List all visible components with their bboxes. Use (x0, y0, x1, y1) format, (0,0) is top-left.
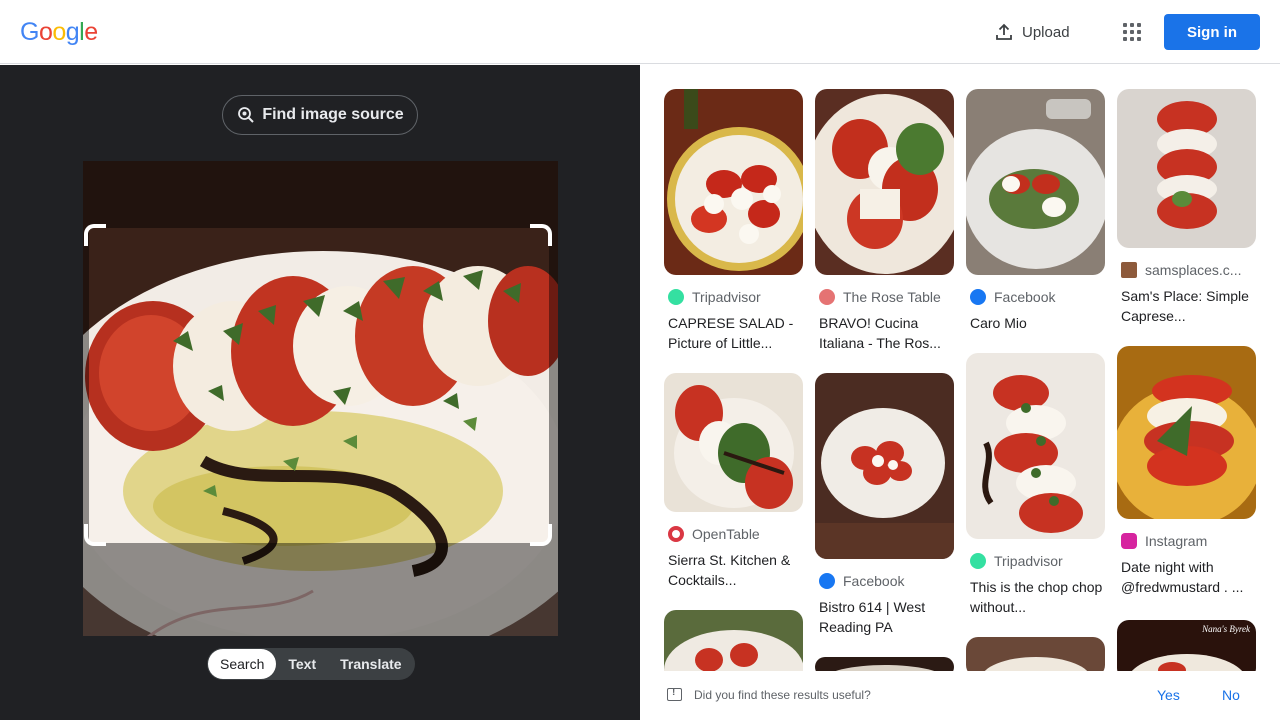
thumbnail-watermark: Nana's Byrek (1202, 624, 1250, 634)
result-card[interactable]: Instagram Date night with @fredwmustard … (1117, 346, 1256, 597)
lens-query-panel: Find image source Search Text Translate (0, 65, 640, 720)
result-source: Tripadvisor (664, 289, 803, 305)
lens-search-icon (238, 107, 255, 123)
tab-search[interactable]: Search (208, 649, 277, 679)
result-source: Instagram (1117, 533, 1256, 549)
lens-mode-switch: Search Text Translate (207, 648, 415, 680)
feedback-yes-button[interactable]: Yes (1157, 687, 1180, 703)
top-bar: Google Upload Sign in (0, 0, 1280, 64)
result-card[interactable] (815, 657, 954, 671)
result-source: Tripadvisor (966, 553, 1105, 569)
result-card[interactable]: samsplaces.c... Sam's Place: Simple Capr… (1117, 89, 1256, 326)
result-title[interactable]: Date night with @fredwmustard . ... (1117, 557, 1256, 597)
find-image-source-button[interactable]: Find image source (222, 95, 418, 135)
rose-table-icon (819, 289, 835, 305)
upload-label: Upload (1022, 23, 1070, 41)
result-title[interactable]: CAPRESE SALAD - Picture of Little... (664, 313, 803, 353)
tripadvisor-icon (668, 289, 684, 305)
result-card[interactable] (966, 637, 1105, 671)
result-card[interactable] (664, 610, 803, 671)
result-thumbnail (664, 373, 803, 512)
upload-icon (996, 23, 1012, 40)
feedback-bar: Did you find these results useful? Yes N… (640, 671, 1280, 720)
result-card[interactable]: The Rose Table BRAVO! Cucina Italiana - … (815, 89, 954, 353)
result-thumbnail (664, 610, 803, 671)
result-card[interactable]: Tripadvisor This is the chop chop withou… (966, 353, 1105, 617)
crop-handle-top-right[interactable] (530, 224, 552, 246)
result-thumbnail (664, 89, 803, 275)
result-card[interactable]: Facebook Caro Mio (966, 89, 1105, 333)
feedback-no-button[interactable]: No (1222, 687, 1240, 703)
result-card[interactable]: Facebook Bistro 614 | West Reading PA (815, 373, 954, 637)
result-card[interactable]: Tripadvisor CAPRESE SALAD - Picture of L… (664, 89, 803, 353)
feedback-icon (667, 687, 682, 701)
tab-text[interactable]: Text (276, 649, 328, 679)
visual-matches-grid: Tripadvisor CAPRESE SALAD - Picture of L… (640, 65, 1280, 671)
result-title[interactable]: Sierra St. Kitchen & Cocktails... (664, 550, 803, 590)
result-title[interactable]: Caro Mio (966, 313, 1105, 333)
facebook-icon (970, 289, 986, 305)
result-thumbnail (966, 353, 1105, 539)
result-title[interactable]: Sam's Place: Simple Caprese... (1117, 286, 1256, 326)
result-thumbnail (815, 89, 954, 275)
result-thumbnail (1117, 346, 1256, 519)
result-title[interactable]: Bistro 614 | West Reading PA (815, 597, 954, 637)
crop-selection[interactable] (89, 228, 549, 543)
crop-handle-bottom-left[interactable] (84, 524, 106, 546)
result-thumbnail (815, 657, 954, 671)
crop-handle-bottom-right[interactable] (530, 524, 552, 546)
result-source: OpenTable (664, 526, 803, 542)
result-thumbnail: Nana's Byrek (1117, 620, 1256, 671)
tab-translate[interactable]: Translate (328, 649, 413, 679)
google-logo[interactable]: Google (20, 18, 98, 47)
result-source: samsplaces.c... (1117, 262, 1256, 278)
result-source: The Rose Table (815, 289, 954, 305)
samsplaces-icon (1121, 262, 1137, 278)
result-card[interactable]: OpenTable Sierra St. Kitchen & Cocktails… (664, 373, 803, 590)
result-title[interactable]: This is the chop chop without... (966, 577, 1105, 617)
upload-button[interactable]: Upload (986, 16, 1078, 48)
result-thumbnail (1117, 89, 1256, 248)
crop-handle-top-left[interactable] (84, 224, 106, 246)
query-image[interactable] (83, 161, 558, 636)
instagram-icon (1121, 533, 1137, 549)
feedback-question: Did you find these results useful? (694, 688, 871, 702)
result-source: Facebook (815, 573, 954, 589)
result-title[interactable]: BRAVO! Cucina Italiana - The Ros... (815, 313, 954, 353)
tripadvisor-icon (970, 553, 986, 569)
result-source: Facebook (966, 289, 1105, 305)
opentable-icon (668, 526, 684, 542)
result-thumbnail (815, 373, 954, 559)
find-image-source-label: Find image source (262, 106, 404, 123)
apps-grid-icon[interactable] (1116, 16, 1148, 48)
result-thumbnail (966, 89, 1105, 275)
facebook-icon (819, 573, 835, 589)
result-card[interactable]: Nana's Byrek (1117, 620, 1256, 671)
result-thumbnail (966, 637, 1105, 671)
sign-in-button[interactable]: Sign in (1164, 14, 1260, 50)
